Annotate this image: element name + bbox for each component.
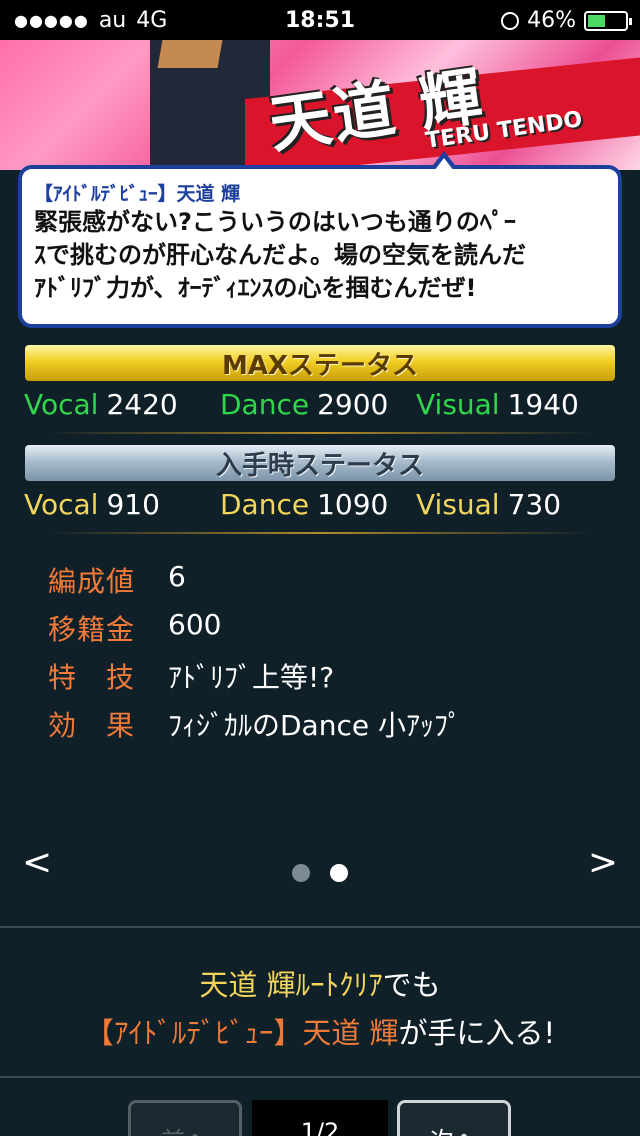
character-banner: 天道 輝 TERU TENDO: [0, 40, 640, 170]
max-dance-value: 2900: [317, 388, 389, 421]
max-dance-label: Dance: [220, 388, 310, 421]
info-transfer-value: 600: [168, 608, 222, 641]
max-vocal-label: Vocal: [24, 388, 99, 421]
separator: [0, 1076, 640, 1078]
max-vocal-value: 2420: [106, 388, 178, 421]
info-effect-label: 効 果: [48, 709, 136, 742]
max-status-header: MAXステータス: [25, 345, 615, 381]
bubble-tail-inner: [434, 158, 454, 171]
initial-dance-value: 1090: [317, 488, 389, 521]
max-dance: Dance 2900: [220, 388, 416, 421]
battery-percent: 46%: [527, 8, 576, 33]
max-vocal: Vocal 2420: [24, 388, 220, 421]
max-visual-label: Visual: [416, 388, 500, 421]
battery-fill: [588, 14, 605, 27]
banner-prop: [157, 40, 223, 68]
initial-visual-label: Visual: [416, 488, 500, 521]
page-number: 1/2: [252, 1100, 388, 1136]
initial-dance: Dance 1090: [220, 488, 416, 521]
info-skill: 特 技 ｱﾄﾞﾘﾌﾞ上等!?: [48, 656, 608, 696]
initial-dance-label: Dance: [220, 488, 310, 521]
status-right: 46%: [501, 8, 632, 33]
page-dot-1[interactable]: [292, 864, 310, 882]
next-page-button[interactable]: 次へ: [397, 1100, 511, 1136]
page-dot-2-active[interactable]: [330, 864, 348, 882]
status-bar: ●●●●● au 4G 18:51 46%: [0, 0, 640, 40]
initial-status-header: 入手時ステータス: [25, 445, 615, 481]
info-transfer-label: 移籍金: [48, 613, 136, 646]
battery-icon: [584, 10, 632, 31]
info-transfer: 移籍金 600: [48, 608, 608, 648]
page-indicator: [292, 864, 348, 882]
divider: [45, 532, 595, 534]
info-cost-value: 6: [168, 560, 186, 593]
reward-rest: が手に入る!: [398, 1016, 556, 1050]
initial-vocal-value: 910: [106, 488, 160, 521]
route-clear-message-2: 【ｱｲﾄﾞﾙﾃﾞﾋﾞｭｰ】天道 輝が手に入る!: [0, 1010, 640, 1052]
divider: [45, 432, 595, 434]
bubble-line-2: ｽで挑むのが肝心なんだよ。場の空気を読んだ: [34, 241, 526, 269]
separator: [0, 926, 640, 928]
initial-visual-value: 730: [507, 488, 562, 521]
route-clear-highlight: 天道 輝ﾙｰﾄｸﾘｱ: [199, 968, 383, 1002]
speech-bubble: 【ｱｲﾄﾞﾙﾃﾞﾋﾞｭｰ】天道 輝 緊張感がない?こういうのはいつも通りのﾍﾟｰ…: [18, 151, 622, 328]
initial-vocal-label: Vocal: [24, 488, 99, 521]
next-card-arrow[interactable]: >: [588, 842, 618, 883]
initial-visual: Visual 730: [416, 488, 616, 521]
info-effect: 効 果 ﾌｨｼﾞｶﾙのDance 小ｱｯﾌﾟ: [48, 704, 608, 744]
bubble-line-1: 緊張感がない?こういうのはいつも通りのﾍﾟｰ: [34, 208, 516, 236]
info-skill-value: ｱﾄﾞﾘﾌﾞ上等!?: [168, 661, 335, 694]
info-skill-label: 特 技: [48, 661, 136, 694]
initial-status-row: Vocal 910 Dance 1090 Visual 730: [24, 488, 624, 521]
max-status-row: Vocal 2420 Dance 2900 Visual 1940: [24, 388, 624, 421]
route-clear-message-1: 天道 輝ﾙｰﾄｸﾘｱでも: [0, 962, 640, 1004]
info-effect-value: ﾌｨｼﾞｶﾙのDance 小ｱｯﾌﾟ: [168, 709, 462, 742]
route-clear-rest: でも: [382, 968, 441, 1002]
prev-page-button[interactable]: 前へ: [128, 1100, 242, 1136]
bubble-speaker: 【ｱｲﾄﾞﾙﾃﾞﾋﾞｭｰ】天道 輝: [34, 183, 241, 205]
info-cost-label: 編成値: [48, 565, 136, 598]
battery-nub: [629, 17, 632, 25]
max-visual-value: 1940: [507, 388, 579, 421]
bubble-line-3: ｱﾄﾞﾘﾌﾞ力が、ｵｰﾃﾞｨｴﾝｽの心を掴むんだぜ!: [34, 274, 477, 302]
initial-vocal: Vocal 910: [24, 488, 220, 521]
info-cost: 編成値 6: [48, 560, 608, 600]
rotation-lock-icon: [501, 11, 520, 30]
reward-card-name: 【ｱｲﾄﾞﾙﾃﾞﾋﾞｭｰ】天道 輝: [84, 1016, 399, 1050]
max-visual: Visual 1940: [416, 388, 616, 421]
previous-card-arrow[interactable]: <: [22, 842, 52, 883]
